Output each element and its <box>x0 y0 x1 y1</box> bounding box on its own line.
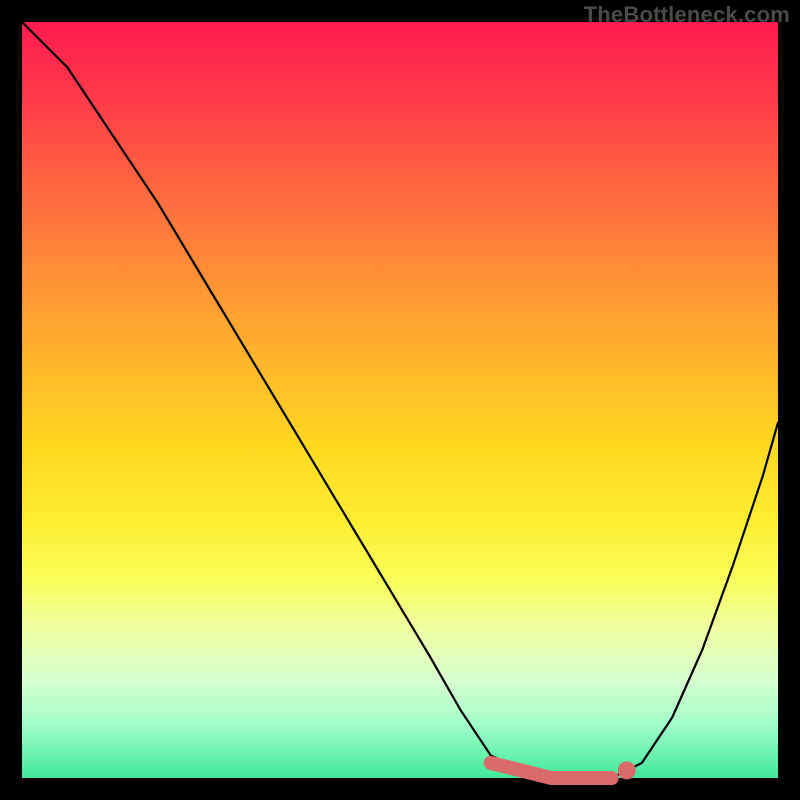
chart-svg <box>22 22 778 778</box>
chart-frame: TheBottleneck.com <box>0 0 800 800</box>
recommended-range-highlight <box>491 763 612 778</box>
recommended-dot <box>618 761 636 779</box>
watermark-text: TheBottleneck.com <box>584 2 790 28</box>
bottleneck-curve <box>22 22 778 778</box>
